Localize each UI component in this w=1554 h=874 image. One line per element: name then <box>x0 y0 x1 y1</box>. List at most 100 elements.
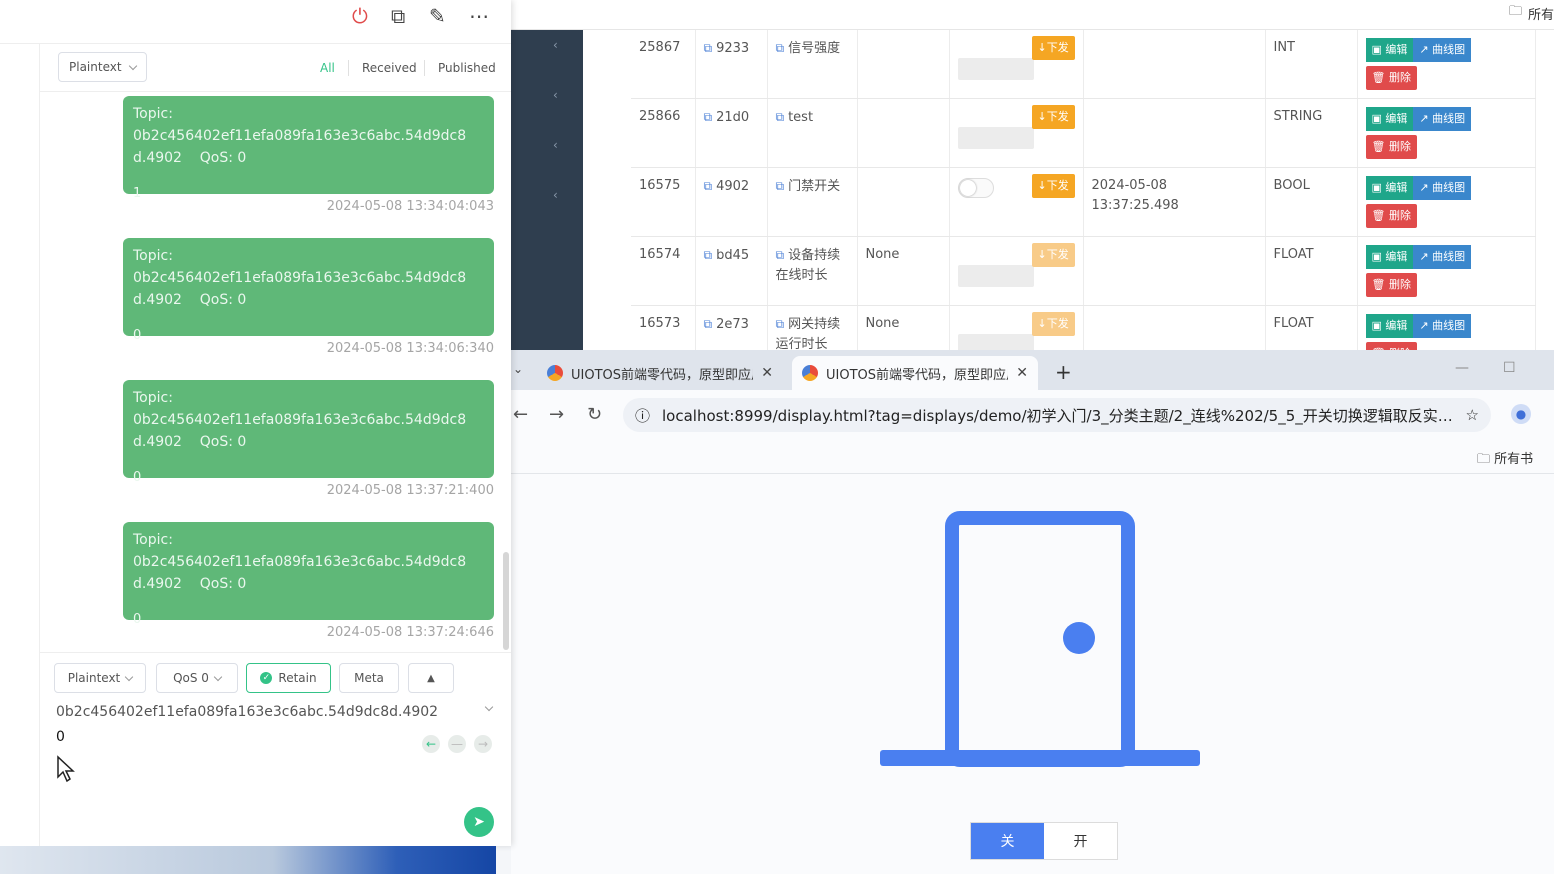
copy-icon[interactable]: ⧉ <box>704 179 713 193</box>
payload-format-select[interactable]: Plaintext <box>58 52 147 82</box>
windows-icon[interactable]: ⧉ <box>391 4 405 28</box>
divider <box>424 60 425 76</box>
chart-button[interactable]: ↗ 曲线图 <box>1413 107 1472 131</box>
delete-button[interactable]: 🗑 删除 <box>1365 273 1417 297</box>
send-down-button[interactable]: ↓下发 <box>1031 243 1075 267</box>
chart-button[interactable]: ↗ 曲线图 <box>1413 38 1472 62</box>
row-key[interactable]: ⧉ 21d0 <box>695 98 768 168</box>
edit-button[interactable]: ▣ 编辑 <box>1365 107 1414 131</box>
collapsed-sidebar: ‹ ‹ ‹ ‹ <box>511 30 583 350</box>
history-back-icon[interactable]: ← <box>422 735 440 753</box>
send-down-button[interactable]: ↓下发 <box>1031 105 1075 129</box>
history-forward-icon[interactable]: → <box>474 735 492 753</box>
all-bookmarks-button[interactable]: 🗀 所有 <box>1509 2 1554 24</box>
row-value <box>857 30 950 99</box>
value-input[interactable] <box>957 265 1034 287</box>
new-tab-icon[interactable]: + <box>1055 360 1072 384</box>
value-input[interactable] <box>957 127 1034 149</box>
row-key[interactable]: ⧉ 4902 <box>695 167 768 237</box>
browser-tab-active[interactable]: UIOTOS前端零代码，原型即应用 ✕ <box>792 356 1038 390</box>
row-time <box>1083 30 1266 99</box>
row-control: ↓下发 <box>949 98 1084 168</box>
copy-icon[interactable]: ⧉ <box>776 317 785 331</box>
copy-icon[interactable]: ⧉ <box>704 317 713 331</box>
row-name[interactable]: ⧉ 设备持续在线时长 <box>767 236 858 306</box>
chart-button[interactable]: ↗ 曲线图 <box>1413 314 1472 338</box>
edit-button[interactable]: ▣ 编辑 <box>1365 245 1414 269</box>
filter-received-tab[interactable]: Received <box>362 61 417 75</box>
publish-topic-input[interactable]: 0b2c456402ef11efa089fa163e3c6abc.54d9dc8… <box>56 704 496 720</box>
row-name[interactable]: ⧉ 网关持续运行时长 <box>767 305 858 350</box>
delete-button[interactable]: 🗑 删除 <box>1365 66 1417 90</box>
maximize-icon[interactable]: ☐ <box>1503 360 1516 376</box>
copy-icon[interactable]: ⧉ <box>776 41 785 55</box>
row-name[interactable]: ⧉ 门禁开关 <box>767 167 858 237</box>
send-down-button[interactable]: ↓下发 <box>1031 36 1075 60</box>
back-icon[interactable]: ← <box>513 404 528 425</box>
row-key[interactable]: ⧉ 2e73 <box>695 305 768 350</box>
payload-input[interactable]: 0 <box>56 729 65 745</box>
published-message[interactable]: Topic: 0b2c456402ef11efa089fa163e3c6abc.… <box>123 522 494 627</box>
copy-icon[interactable]: ⧉ <box>776 248 785 262</box>
row-name[interactable]: ⧉ 信号强度 <box>767 30 858 99</box>
edit-button[interactable]: ▣ 编辑 <box>1365 314 1414 338</box>
row-key[interactable]: ⧉ bd45 <box>695 236 768 306</box>
forward-icon[interactable]: → <box>549 404 564 425</box>
delete-button[interactable]: 🗑 删除 <box>1365 135 1417 159</box>
expand-up-button[interactable]: ▲ <box>408 663 454 693</box>
retain-toggle[interactable]: ✓ Retain <box>246 663 331 693</box>
copy-icon[interactable]: ⧉ <box>704 41 713 55</box>
address-bar[interactable]: ⓘ localhost:8999/display.html?tag=displa… <box>623 398 1491 432</box>
composer-format-select[interactable]: Plaintext <box>54 663 146 693</box>
chevron-left-icon[interactable]: ‹ <box>553 188 558 202</box>
site-info-icon[interactable]: ⓘ <box>635 405 650 426</box>
message-list-scrollbar[interactable] <box>503 552 509 650</box>
published-message[interactable]: Topic: 0b2c456402ef11efa089fa163e3c6abc.… <box>123 380 494 485</box>
chevron-left-icon[interactable]: ‹ <box>553 88 558 102</box>
chevron-left-icon[interactable]: ‹ <box>553 138 558 152</box>
delete-button[interactable]: 🗑 删除 <box>1365 204 1417 228</box>
value-input[interactable] <box>957 334 1034 350</box>
edit-icon[interactable]: ✎ <box>429 4 446 28</box>
off-button[interactable]: 关 <box>971 823 1044 859</box>
divider <box>348 60 349 76</box>
message-timestamp: 2024-05-08 13:34:06:340 <box>326 341 494 356</box>
more-icon[interactable]: ⋯ <box>469 4 489 28</box>
meta-button[interactable]: Meta <box>339 663 399 693</box>
value-input[interactable] <box>957 58 1034 80</box>
copy-icon[interactable]: ⧉ <box>704 110 713 124</box>
filter-all-tab[interactable]: All <box>320 61 335 75</box>
filter-published-tab[interactable]: Published <box>438 61 496 75</box>
row-name[interactable]: ⧉ test <box>767 98 858 168</box>
minimize-icon[interactable]: — <box>1455 360 1469 376</box>
row-key[interactable]: ⧉ 9233 <box>695 30 768 99</box>
edit-button[interactable]: ▣ 编辑 <box>1365 38 1414 62</box>
close-tab-icon[interactable]: ✕ <box>761 365 773 381</box>
copy-icon[interactable]: ⧉ <box>704 248 713 262</box>
bookmark-star-icon[interactable]: ☆ <box>1466 406 1479 424</box>
history-clear-icon[interactable]: — <box>448 735 466 753</box>
send-down-button[interactable]: ↓下发 <box>1031 174 1075 198</box>
send-button[interactable]: ➤ <box>464 807 494 837</box>
chart-button[interactable]: ↗ 曲线图 <box>1413 176 1472 200</box>
delete-button[interactable]: 🗑 删除 <box>1365 342 1417 350</box>
copy-icon[interactable]: ⧉ <box>776 179 785 193</box>
chevron-left-icon[interactable]: ‹ <box>553 38 558 52</box>
profile-avatar-icon[interactable]: ● <box>1511 404 1531 424</box>
reload-icon[interactable]: ↻ <box>587 404 602 425</box>
qos-select[interactable]: QoS 0 <box>156 663 238 693</box>
chart-button[interactable]: ↗ 曲线图 <box>1413 245 1472 269</box>
edit-button[interactable]: ▣ 编辑 <box>1365 176 1414 200</box>
close-tab-icon[interactable]: ✕ <box>1016 365 1028 381</box>
toggle-switch[interactable] <box>957 178 994 198</box>
published-message[interactable]: Topic: 0b2c456402ef11efa089fa163e3c6abc.… <box>123 96 494 201</box>
copy-icon[interactable]: ⧉ <box>776 110 785 124</box>
browser-tab[interactable]: UIOTOS前端零代码，原型即应用 ✕ <box>537 356 783 390</box>
on-button[interactable]: 开 <box>1044 823 1117 859</box>
published-message[interactable]: Topic: 0b2c456402ef11efa089fa163e3c6abc.… <box>123 238 494 343</box>
send-down-button[interactable]: ↓下发 <box>1031 312 1075 336</box>
tab-list-chevron-icon[interactable]: ⌄ <box>513 362 523 376</box>
power-icon[interactable]: ⏻ <box>352 4 368 28</box>
message-list[interactable]: Topic: 0b2c456402ef11efa089fa163e3c6abc.… <box>40 92 511 652</box>
all-bookmarks-button[interactable]: 🗀 所有书 <box>1477 448 1533 472</box>
